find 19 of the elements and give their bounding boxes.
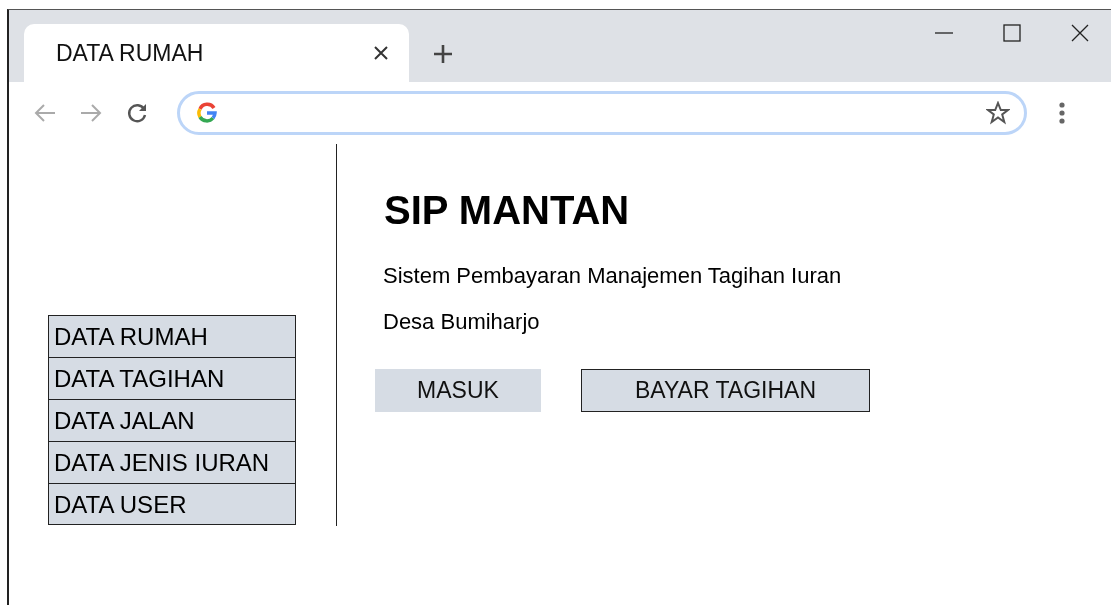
new-tab-icon[interactable] [433, 44, 453, 64]
menu-item[interactable]: DATA JENIS IURAN [49, 442, 295, 484]
google-icon [196, 102, 218, 124]
app-title: SIP MANTAN [384, 188, 631, 233]
action-button[interactable]: BAYAR TAGIHAN [581, 369, 870, 412]
close-icon[interactable] [1071, 24, 1089, 42]
subtitle-text: Sistem Pembayaran Manajemen Tagihan Iuran [383, 262, 843, 290]
subtitle-text: Desa Bumiharjo [383, 308, 541, 336]
close-icon[interactable] [373, 45, 389, 61]
maximize-icon[interactable] [1003, 24, 1021, 42]
menu-icon[interactable] [1059, 102, 1065, 124]
menu-item[interactable]: DATA USER [49, 484, 295, 524]
menu-item[interactable]: DATA JALAN [49, 400, 295, 442]
menu-item[interactable]: DATA TAGIHAN [49, 358, 295, 400]
menu-item[interactable]: DATA RUMAH [49, 316, 295, 358]
reload-icon[interactable] [125, 101, 149, 125]
star-icon[interactable] [986, 101, 1010, 125]
action-button[interactable]: MASUK [375, 369, 541, 412]
browser-tab[interactable]: DATA RUMAH [24, 24, 409, 82]
